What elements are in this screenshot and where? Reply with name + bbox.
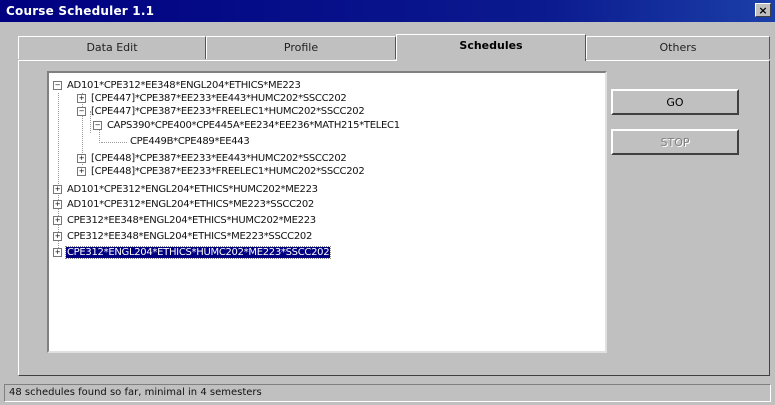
tree-node-label: [CPE447]*CPE387*EE233*EE443*HUMC202*SSCC… [91,93,347,104]
tree-node[interactable]: + [CPE448]*CPE387*EE233*FREELEC1*HUMC202*… [77,165,365,178]
tree-connector [101,142,127,143]
tree-node[interactable]: − AD101*CPE312*EE348*ENGL204*ETHICS*ME223 [53,79,302,92]
collapse-icon[interactable]: − [93,120,102,130]
tab-others[interactable]: Others [586,36,770,59]
tree-node-label: CPE312*ENGL204*ETHICS*HUMC202*ME223*SSCC… [64,246,332,259]
schedules-panel: − AD101*CPE312*EE348*ENGL204*ETHICS*ME223… [18,60,770,376]
tree-node-label: CAPS390*CPE400*CPE445A*EE234*EE236*MATH2… [107,120,400,131]
tab-profile[interactable]: Profile [206,36,396,59]
tree-node-leaf[interactable]: CPE449B*CPE489*EE443 [129,135,250,148]
expand-icon[interactable]: + [53,247,62,257]
collapse-icon[interactable]: − [77,106,86,116]
go-button[interactable]: GO [611,89,739,115]
expand-icon[interactable]: + [53,199,62,209]
status-text: 48 schedules found so far, minimal in 4 … [9,387,262,398]
tree-node-selected[interactable]: + CPE312*ENGL204*ETHICS*HUMC202*ME223*SSC… [53,246,332,259]
tree-node-label: [CPE447]*CPE387*EE233*FREELEC1*HUMC202*S… [91,106,365,117]
expand-icon[interactable]: + [53,215,62,225]
tree-node[interactable]: + CPE312*EE348*ENGL204*ETHICS*ME223*SSCC2… [53,230,313,243]
title-bar[interactable]: Course Scheduler 1.1 × [0,0,775,22]
tree-node[interactable]: − [CPE447]*CPE387*EE233*FREELEC1*HUMC202*… [77,105,365,118]
status-bar: 48 schedules found so far, minimal in 4 … [4,384,771,402]
tree-node[interactable]: + AD101*CPE312*ENGL204*ETHICS*HUMC202*ME2… [53,183,319,196]
tree-node[interactable]: − CAPS390*CPE400*CPE445A*EE234*EE236*MATH… [93,119,401,132]
tree-node-label: AD101*CPE312*EE348*ENGL204*ETHICS*ME223 [67,80,301,91]
collapse-icon[interactable]: − [53,80,62,90]
tree-node-label: AD101*CPE312*ENGL204*ETHICS*HUMC202*ME22… [67,184,318,195]
schedule-tree[interactable]: − AD101*CPE312*EE348*ENGL204*ETHICS*ME223… [47,71,607,353]
tree-node[interactable]: + CPE312*EE348*ENGL204*ETHICS*HUMC202*ME2… [53,214,317,227]
tree-node-label: [CPE448]*CPE387*EE233*FREELEC1*HUMC202*S… [91,166,365,177]
tree-node-label: CPE312*EE348*ENGL204*ETHICS*HUMC202*ME22… [67,215,316,226]
window-title: Course Scheduler 1.1 [6,4,155,18]
tree-node[interactable]: + [CPE448]*CPE387*EE233*EE443*HUMC202*SSC… [77,152,347,165]
expand-icon[interactable]: + [53,231,62,241]
tree-node[interactable]: + AD101*CPE312*ENGL204*ETHICS*ME223*SSCC2… [53,198,315,211]
close-icon[interactable]: × [755,3,771,17]
tree-node-label: CPE312*EE348*ENGL204*ETHICS*ME223*SSCC20… [67,231,313,242]
expand-icon[interactable]: + [77,166,86,176]
tab-data-edit[interactable]: Data Edit [18,36,206,59]
tree-node-label: AD101*CPE312*ENGL204*ETHICS*ME223*SSCC20… [67,199,314,210]
expand-icon[interactable]: + [77,153,86,163]
expand-icon[interactable]: + [53,184,62,194]
expand-icon[interactable]: + [77,93,86,103]
tab-schedules[interactable]: Schedules [396,34,586,61]
app-window: Course Scheduler 1.1 × Data Edit Profile… [0,0,775,405]
tree-node-label: CPE449B*CPE489*EE443 [130,136,250,147]
tree-node-label: [CPE448]*CPE387*EE233*EE443*HUMC202*SSCC… [91,153,347,164]
tree-node[interactable]: + [CPE447]*CPE387*EE233*EE443*HUMC202*SSC… [77,92,347,105]
tab-strip: Data Edit Profile Schedules Others [18,34,770,61]
stop-button[interactable]: STOP [611,129,739,155]
